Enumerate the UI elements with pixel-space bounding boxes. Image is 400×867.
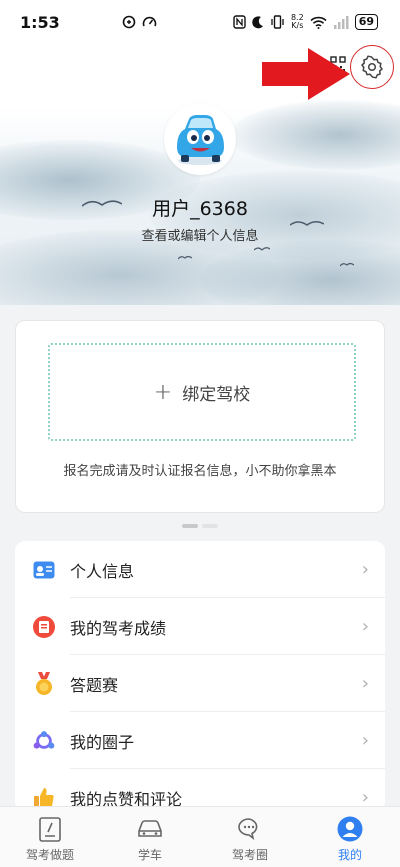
- chevron-right-icon: ›: [361, 787, 369, 808]
- network-speed-unit: K/s: [291, 21, 304, 30]
- bind-school-label: 绑定驾校: [182, 384, 251, 405]
- bind-school-hint: 报名完成请及时认证报名信息，小不助你拿黑本: [63, 464, 337, 479]
- tab-label: 学车: [137, 848, 162, 862]
- menu-item-likes-comments[interactable]: 我的点赞和评论 ›: [15, 769, 385, 811]
- chat-bubbles-icon: [237, 816, 263, 842]
- username[interactable]: 用户_6368: [0, 194, 400, 221]
- tab-exam-circle[interactable]: 驾考圈: [200, 807, 300, 867]
- score-report-icon: [33, 615, 55, 638]
- menu-item-quiz-contest[interactable]: 答题赛 ›: [15, 655, 385, 712]
- status-bar: 1:53 8.2 K/s 69: [0, 0, 400, 44]
- red-arrow-annotation: [262, 48, 350, 100]
- menu-item-exam-scores[interactable]: 我的驾考成绩 ›: [15, 598, 385, 655]
- avatar[interactable]: [164, 103, 236, 175]
- speedometer-icon: [142, 16, 157, 27]
- signal-icon: [333, 15, 349, 29]
- tab-label: 驾考圈: [231, 848, 268, 862]
- menu-item-label: 我的圈子: [70, 732, 135, 752]
- car-icon: [137, 816, 163, 842]
- menu-item-label: 答题赛: [70, 675, 119, 695]
- network-speed: 8.2 K/s: [291, 14, 304, 30]
- bottom-tab-bar: 驾考做题 学车 驾考圈 我的: [0, 806, 400, 867]
- bird-decoration: [178, 255, 192, 260]
- id-card-icon: [33, 559, 55, 581]
- wifi-icon: [310, 16, 327, 29]
- tab-exam-practice[interactable]: 驾考做题: [0, 807, 100, 867]
- car-mascot-icon: [177, 115, 224, 165]
- bind-school-card: + 绑定驾校 报名完成请及时认证报名信息，小不助你拿黑本: [15, 320, 385, 513]
- menu-item-label: 我的驾考成绩: [70, 618, 167, 638]
- bird-decoration: [340, 262, 354, 267]
- medal-icon: [33, 671, 55, 695]
- gear-icon: [361, 55, 383, 79]
- carousel-dot-active: [182, 524, 198, 528]
- bind-school-button[interactable]: + 绑定驾校: [48, 343, 356, 441]
- circle-group-icon: [33, 730, 55, 752]
- chevron-right-icon: ›: [361, 673, 369, 694]
- nfc-icon: [233, 15, 246, 29]
- scenery-mist: [230, 100, 400, 170]
- tab-learn-driving[interactable]: 学车: [100, 807, 200, 867]
- moon-icon: [252, 15, 263, 28]
- profile-menu: 个人信息 › 我的驾考成绩 › 答题赛 › 我的圈子 › 我的点赞和评论 ›: [15, 541, 385, 811]
- battery-indicator: 69: [354, 14, 378, 30]
- chevron-right-icon: ›: [361, 559, 369, 580]
- tab-label: 我的: [337, 848, 362, 862]
- vibrate-icon: [271, 15, 284, 29]
- menu-item-my-circles[interactable]: 我的圈子 ›: [15, 712, 385, 769]
- menu-item-personal-info[interactable]: 个人信息 ›: [15, 541, 385, 598]
- user-icon: [337, 816, 363, 842]
- status-left-icons: [122, 15, 157, 29]
- plus-icon: +: [153, 379, 173, 405]
- settings-button[interactable]: [350, 45, 394, 89]
- tab-label: 驾考做题: [25, 848, 74, 862]
- chevron-right-icon: ›: [361, 616, 369, 637]
- carousel-indicator: [182, 524, 218, 528]
- chevron-right-icon: ›: [361, 730, 369, 751]
- status-time: 1:53: [20, 12, 60, 32]
- carousel-dot: [202, 524, 218, 528]
- profile-header: 1:53 8.2 K/s 69 用户_6368 查看或编辑个人信息: [0, 0, 400, 305]
- bird-decoration: [254, 247, 270, 251]
- edit-profile-link[interactable]: 查看或编辑个人信息: [0, 225, 400, 244]
- status-right-icons: 8.2 K/s 69: [233, 14, 378, 30]
- exam-doc-icon: [37, 816, 63, 842]
- menu-item-label: 个人信息: [70, 561, 135, 581]
- tab-mine[interactable]: 我的: [300, 807, 400, 867]
- data-saver-icon: [122, 15, 136, 29]
